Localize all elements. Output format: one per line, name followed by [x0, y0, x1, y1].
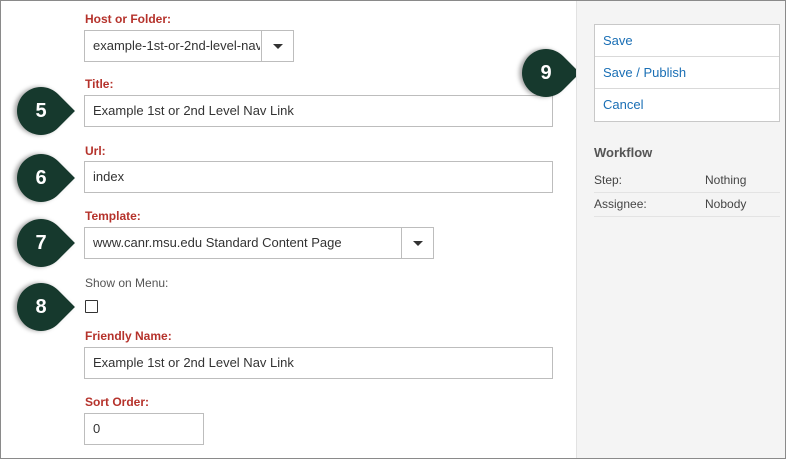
callout-6-number: 6 — [35, 167, 47, 189]
workflow-step-label: Step: — [594, 173, 623, 187]
action-button-group: Save Save / Publish Cancel — [594, 24, 780, 122]
host-folder-dropdown-button[interactable] — [261, 31, 293, 61]
save-button[interactable]: Save — [595, 25, 779, 57]
template-select[interactable]: www.canr.msu.edu Standard Content Page — [84, 227, 434, 259]
callout-9-number: 9 — [540, 62, 552, 84]
sidebar: Save Save / Publish Cancel Workflow Step… — [576, 1, 785, 458]
show-on-menu-checkbox[interactable] — [85, 300, 98, 313]
workflow-step-value: Nothing — [705, 173, 747, 187]
template-dropdown-button[interactable] — [401, 228, 433, 258]
cancel-button[interactable]: Cancel — [595, 89, 779, 121]
friendly-name-input[interactable]: Example 1st or 2nd Level Nav Link — [84, 347, 553, 379]
callout-5-number: 5 — [35, 100, 47, 122]
host-folder-value: example-1st-or-2nd-level-nav — [93, 38, 260, 53]
host-folder-select[interactable]: example-1st-or-2nd-level-nav — [84, 30, 294, 62]
workflow-title: Workflow — [594, 145, 653, 160]
template-value: www.canr.msu.edu Standard Content Page — [93, 235, 342, 250]
title-label: Title: — [85, 77, 114, 91]
url-input[interactable]: index — [84, 161, 553, 193]
host-folder-label: Host or Folder: — [85, 12, 171, 26]
chevron-down-icon — [273, 44, 283, 49]
workflow-assignee-label: Assignee: — [594, 197, 647, 211]
workflow-assignee-row: Assignee: Nobody — [594, 193, 780, 217]
title-input[interactable]: Example 1st or 2nd Level Nav Link — [84, 95, 553, 127]
sort-order-input[interactable]: 0 — [84, 413, 204, 445]
chevron-down-icon — [413, 241, 423, 246]
workflow-step-row: Step: Nothing — [594, 169, 780, 193]
url-label: Url: — [85, 144, 106, 158]
workflow-assignee-value: Nobody — [705, 197, 747, 211]
callout-7-number: 7 — [35, 232, 47, 254]
content-form-panel: Host or Folder: example-1st-or-2nd-level… — [1, 1, 580, 458]
save-publish-button[interactable]: Save / Publish — [595, 57, 779, 89]
callout-8-number: 8 — [35, 296, 47, 318]
template-label: Template: — [85, 209, 141, 223]
sort-order-label: Sort Order: — [85, 395, 150, 409]
show-on-menu-label: Show on Menu: — [85, 276, 169, 290]
friendly-name-label: Friendly Name: — [85, 329, 172, 343]
